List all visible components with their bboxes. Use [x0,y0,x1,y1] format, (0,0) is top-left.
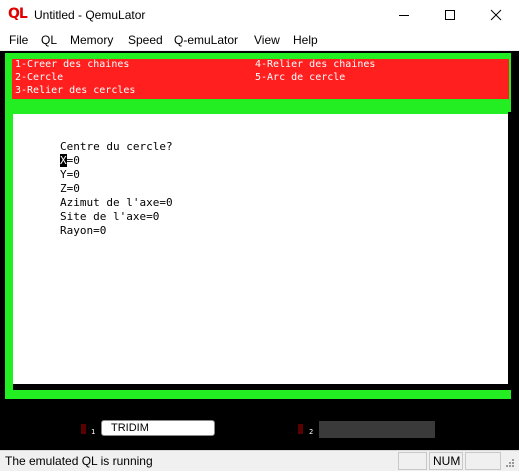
panel-shadow-bottom [13,384,508,390]
drive-2-slot[interactable] [319,421,435,438]
panel-shadow-right [508,112,511,390]
menu-bar: File QL Memory Speed Q-emuLator View Hel… [0,30,519,51]
status-pane-scroll [465,452,501,470]
minimize-button[interactable] [381,0,427,30]
drive-slots-bar: 1 TRIDIM 2 [0,404,519,450]
ql-field-z: Z=0 [60,182,80,195]
ql-app-icon: QL [8,6,28,22]
status-message: The emulated QL is running [5,454,153,468]
menu-ql[interactable]: QL [41,33,57,47]
drive-2-led [298,424,303,434]
ql-field-site: Site de l'axe=0 [60,210,160,223]
ql-cursor: X [60,154,67,167]
close-button[interactable] [473,0,519,30]
drive-1-slot[interactable]: TRIDIM [101,420,215,436]
ql-option-5: 5-Arc de cercle [255,72,346,83]
ql-option-3: 3-Relier des cercles [15,85,136,96]
ql-option-4: 4-Relier des chaines [255,59,376,70]
drive-1-led [81,424,86,434]
menu-view[interactable]: View [254,33,280,47]
window-title: Untitled - QemuLator [34,8,146,22]
maximize-icon [445,10,455,20]
ql-field-rayon: Rayon=0 [60,224,107,237]
resize-grip-icon[interactable] [505,458,515,468]
ql-input-panel: Centre du cercle? X=0 Y=0 Z=0 Azimut de … [13,114,508,384]
minimize-icon [399,15,409,16]
menu-help[interactable]: Help [293,33,318,47]
menu-q-emulator[interactable]: Q-emuLator [174,33,238,47]
ql-option-menu: 1-Creer des chaines 2-Cercle 3-Relier de… [12,59,509,99]
ql-field-x-value: =0 [66,154,80,167]
maximize-button[interactable] [427,0,473,30]
status-bar: The emulated QL is running NUM [0,450,519,471]
ql-option-1: 1-Creer des chaines [15,59,130,70]
menu-memory[interactable]: Memory [70,33,113,47]
drive-1-number: 1 [91,428,96,436]
ql-field-x: X=0 [60,154,80,168]
close-icon [490,9,502,21]
num-lock-indicator: NUM [429,452,463,470]
title-bar: QL Untitled - QemuLator [0,0,519,30]
drive-2-number: 2 [309,428,314,436]
ql-field-azimut: Azimut de l'axe=0 [60,196,173,209]
status-pane-empty [398,452,427,470]
menu-file[interactable]: File [9,33,28,47]
ql-prompt: Centre du cercle? [60,140,173,153]
ql-field-y: Y=0 [60,168,80,181]
ql-screen[interactable]: 1-Creer des chaines 2-Cercle 3-Relier de… [0,51,519,404]
ql-option-2: 2-Cercle [15,72,64,83]
menu-speed[interactable]: Speed [128,33,163,47]
